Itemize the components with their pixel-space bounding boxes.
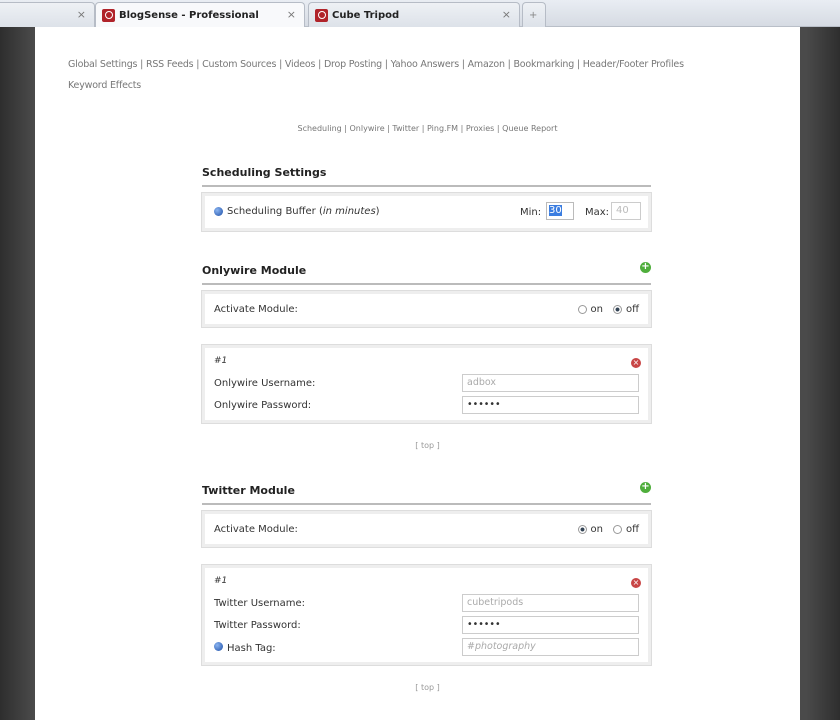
twitter-off-radio[interactable]: off: [603, 524, 639, 535]
onlywire-heading: Onlywire Module +: [202, 262, 651, 285]
nav-link[interactable]: Onlywire: [350, 124, 385, 133]
browser-tab-bar: × BlogSense - Professional × Cube Tripod ×…: [0, 0, 840, 27]
twitter-activate-box: Activate Module: on off: [201, 510, 652, 548]
onlywire-password-input[interactable]: ••••••: [462, 396, 639, 414]
scheduling-box: Scheduling Buffer (in minutes) Min: 30 M…: [201, 192, 652, 232]
nav-link[interactable]: Keyword Effects: [68, 80, 141, 91]
separator: |: [193, 59, 203, 70]
tab-cube-tripod[interactable]: Cube Tripod ×: [308, 2, 520, 27]
off-label: off: [625, 304, 639, 315]
nav-link[interactable]: Global Settings: [68, 59, 137, 70]
separator: |: [315, 59, 324, 70]
activate-label: Activate Module:: [214, 304, 298, 315]
twitter-account-box: #1 × Twitter Username: cubetripods Twitt…: [201, 564, 652, 666]
onlywire-on-radio[interactable]: on: [568, 304, 603, 315]
on-label: on: [590, 524, 603, 535]
delete-icon[interactable]: ×: [631, 578, 641, 588]
nav-link[interactable]: Ping.FM: [427, 124, 458, 133]
onlywire-account-box: #1 × Onlywire Username: adbox Onlywire P…: [201, 344, 652, 424]
top-link[interactable]: [ top ]: [0, 441, 840, 450]
account-id: #1: [214, 576, 228, 586]
onlywire-username-input[interactable]: adbox: [462, 374, 639, 392]
password-label: Twitter Password:: [214, 620, 301, 631]
account-id: #1: [214, 356, 228, 366]
favicon-icon: [102, 8, 115, 22]
favicon-icon: [315, 8, 328, 22]
separator: |: [494, 124, 503, 133]
nav-link[interactable]: Bookmarking: [513, 59, 574, 70]
activate-label: Activate Module:: [214, 524, 298, 535]
tab-label: Cube Tripod: [332, 9, 400, 21]
nav-link[interactable]: Header/Footer Profiles: [583, 59, 684, 70]
delete-icon[interactable]: ×: [631, 358, 641, 368]
twitter-heading: Twitter Module +: [202, 482, 651, 505]
separator: |: [341, 124, 350, 133]
tab-previous[interactable]: ×: [0, 2, 95, 27]
nav-link[interactable]: Yahoo Answers: [391, 59, 460, 70]
help-icon[interactable]: [214, 207, 223, 216]
username-label: Onlywire Username:: [214, 378, 316, 389]
twitter-hashtag-input[interactable]: #photography: [462, 638, 639, 656]
min-label: Min:: [520, 207, 542, 218]
separator: |: [574, 59, 583, 70]
add-icon[interactable]: +: [640, 482, 651, 493]
main-nav-row2: Keyword Effects: [68, 80, 141, 91]
twitter-username-input[interactable]: cubetripods: [462, 594, 639, 612]
tab-blogsense[interactable]: BlogSense - Professional ×: [95, 2, 305, 27]
nav-link[interactable]: RSS Feeds: [146, 59, 194, 70]
separator: |: [419, 124, 427, 133]
twitter-title: Twitter Module: [202, 484, 295, 497]
separator: |: [458, 124, 466, 133]
scheduling-heading: Scheduling Settings: [202, 166, 651, 187]
sub-nav: Scheduling | Onlywire | Twitter | Ping.F…: [0, 124, 840, 133]
nav-link[interactable]: Amazon: [468, 59, 505, 70]
nav-link[interactable]: Drop Posting: [324, 59, 382, 70]
onlywire-off-radio[interactable]: off: [603, 304, 639, 315]
scheduling-label-unit: in minutes: [322, 206, 376, 217]
tab-label: BlogSense - Professional: [119, 9, 259, 21]
nav-link[interactable]: Proxies: [466, 124, 495, 133]
off-label: off: [625, 524, 639, 535]
separator: |: [458, 59, 468, 70]
nav-link[interactable]: Twitter: [392, 124, 419, 133]
twitter-password-input[interactable]: ••••••: [462, 616, 639, 634]
min-input[interactable]: 30: [546, 202, 574, 220]
username-label: Twitter Username:: [214, 598, 306, 609]
separator: |: [381, 59, 391, 70]
separator: |: [137, 59, 146, 70]
nav-link[interactable]: Videos: [285, 59, 316, 70]
close-tab-icon[interactable]: ×: [77, 8, 86, 21]
nav-link[interactable]: Queue Report: [502, 124, 557, 133]
max-input[interactable]: 40: [611, 202, 641, 220]
min-value: 30: [549, 205, 562, 216]
max-label: Max:: [585, 207, 610, 218]
onlywire-title: Onlywire Module: [202, 264, 307, 277]
nav-link[interactable]: Scheduling: [298, 124, 342, 133]
on-label: on: [590, 304, 603, 315]
password-label: Onlywire Password:: [214, 400, 312, 411]
main-nav: Global Settings | RSS Feeds | Custom Sou…: [68, 59, 684, 70]
new-tab-button[interactable]: +: [522, 2, 546, 27]
hashtag-label: Hash Tag:: [227, 643, 276, 654]
scheduling-label: Scheduling Buffer (: [227, 206, 323, 217]
add-icon[interactable]: +: [640, 262, 651, 273]
separator: |: [276, 59, 285, 70]
scheduling-label-end: ): [375, 206, 380, 217]
close-tab-icon[interactable]: ×: [287, 8, 296, 21]
help-icon[interactable]: [214, 642, 223, 651]
top-link[interactable]: [ top ]: [0, 683, 840, 692]
twitter-on-radio[interactable]: on: [568, 524, 603, 535]
close-tab-icon[interactable]: ×: [502, 8, 511, 21]
nav-link[interactable]: Custom Sources: [202, 59, 276, 70]
onlywire-activate-box: Activate Module: on off: [201, 290, 652, 328]
